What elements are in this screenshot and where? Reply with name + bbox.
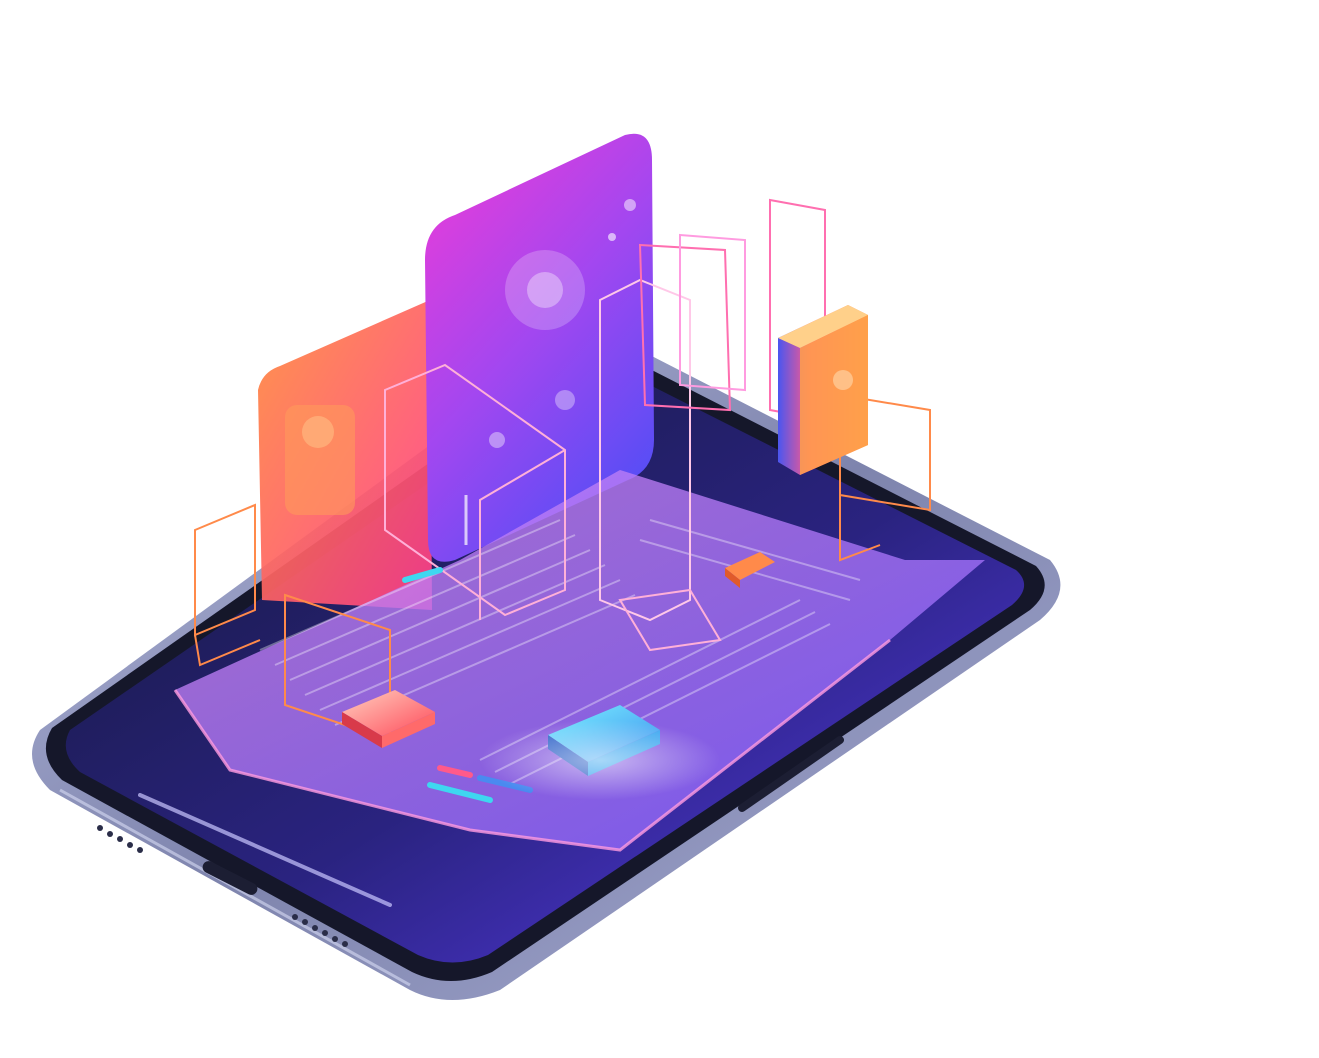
illustration-stage [0,0,1319,1058]
light-glow [480,720,720,800]
smartphone-illustration [32,133,1061,1000]
orange-card-panel [258,300,432,610]
gradient-cube [778,305,868,475]
